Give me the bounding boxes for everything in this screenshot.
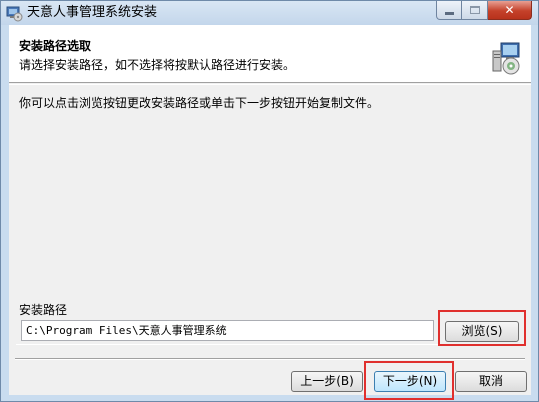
header-band: 安装路径选取 请选择安装路径，如不选择将按默认路径进行安装。 xyxy=(9,25,531,83)
dialog-client-area: 安装路径选取 请选择安装路径，如不选择将按默认路径进行安装。 你可以点击浏览按钮… xyxy=(9,25,531,400)
instruction-text: 你可以点击浏览按钮更改安装路径或单击下一步按钮开始复制文件。 xyxy=(19,96,380,110)
install-path-label: 安装路径 xyxy=(19,303,70,317)
back-button[interactable]: 上一步(B) xyxy=(291,371,363,392)
close-button[interactable]: ✕ xyxy=(488,1,532,20)
title-bar[interactable]: 天意人事管理系统安装 ✕ xyxy=(1,1,538,25)
installer-app-icon xyxy=(6,6,23,22)
installer-window: 天意人事管理系统安装 ✕ 安装路径选取 请选择安装路径，如不选择将按默认路径进行… xyxy=(0,0,539,402)
browse-button[interactable]: 浏览(S) xyxy=(445,321,519,342)
caption-buttons: ✕ xyxy=(436,1,532,20)
page-title: 安装路径选取 xyxy=(19,39,92,53)
header-divider xyxy=(9,84,531,85)
next-button[interactable]: 下一步(N) xyxy=(374,371,446,392)
window-title: 天意人事管理系统安装 xyxy=(27,5,158,20)
minimize-icon xyxy=(444,11,454,15)
maximize-button[interactable] xyxy=(462,1,488,20)
page-subtitle: 请选择安装路径，如不选择将按默认路径进行安装。 xyxy=(19,58,296,72)
footer-separator xyxy=(15,358,525,360)
minimize-button[interactable] xyxy=(436,1,462,20)
close-icon: ✕ xyxy=(504,3,515,17)
setup-computer-disc-icon xyxy=(492,42,520,75)
maximize-icon xyxy=(469,6,480,14)
install-path-input[interactable]: C:\Program Files\天意人事管理系统 xyxy=(21,320,434,341)
cancel-button[interactable]: 取消 xyxy=(455,371,527,392)
